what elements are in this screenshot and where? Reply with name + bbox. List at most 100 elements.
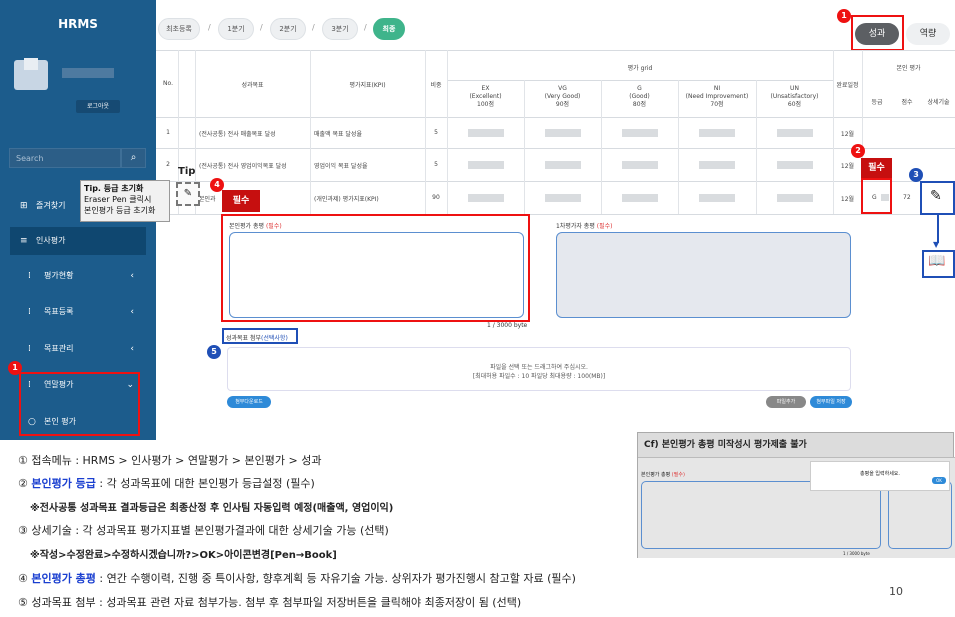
header-due: 완료일정 [836, 82, 859, 89]
row1-kpi: 매출액 목표 달성율 [314, 131, 362, 138]
user-name-blurred [62, 68, 114, 78]
row3-weight: 90 [432, 194, 440, 201]
grid-dots-icon: ⁞ [28, 344, 31, 354]
cf-popup: 총평을 입력하세요. [810, 461, 950, 491]
required-tag-4: 필수 [222, 190, 260, 212]
add-file-button[interactable]: 파일추가 [766, 396, 806, 408]
tip-line1: Tip. 등급 초기화 [84, 184, 144, 193]
callout-grade-box [861, 178, 892, 214]
plus-square-icon: ⊞ [20, 201, 28, 211]
row2-goal: (전사공통) 전사 영업이익목표 달성 [199, 163, 287, 170]
pen-icon[interactable]: ✎ [930, 188, 942, 204]
grid-dots-icon: ⁞ [28, 307, 31, 317]
note-4: ④ 본인평가 총평 : 연간 수행이력, 진행 중 특이사항, 향후계획 등 자… [18, 572, 576, 585]
callout-badge-5: 5 [207, 345, 221, 359]
cf-title: Cf) 본인평가 총평 미작성시 평가제출 불가 [644, 440, 807, 450]
header-grade: 등급 [871, 99, 883, 106]
step-final[interactable]: 최종 [373, 18, 405, 40]
note-5: ⑤ 성과목표 첨부 : 성과목표 관련 자료 첨부가능. 첨부 후 첨부파일 저… [18, 596, 522, 609]
step-q1[interactable]: 1분기 [218, 18, 254, 40]
note-2-sub: ※전사공통 성과목표 결과등급은 최종산정 후 인사팀 자동입력 예정(매출액,… [30, 503, 394, 514]
row1-weight: 5 [434, 129, 438, 136]
row1-no: 1 [166, 129, 170, 136]
slide: HRMS 로그아웃 Search ⌕ ⊞ 즐겨찾기 ≡ 인사평가 ⁞ 평가현황 ‹ ⁞ 목… [0, 0, 955, 617]
header-grid: 평가 grid [627, 65, 653, 72]
self-summary-textarea[interactable] [229, 232, 524, 318]
self-summary-counter: 1 / 3000 byte [487, 322, 528, 329]
sidebar-item-label: 평가현황 [44, 271, 74, 280]
dropzone-text: 파일을 선택 또는 드래그하여 주십시오. [490, 364, 588, 371]
row2-due: 12월 [840, 163, 855, 170]
header-score: 점수 [901, 99, 913, 106]
header-no: No. [163, 80, 173, 87]
sidebar-item-label: 목표관리 [44, 344, 74, 353]
callout-badge-1b: 1 [837, 9, 851, 23]
callout-badge-3: 3 [909, 168, 923, 182]
attach-dropzone[interactable]: 파일을 선택 또는 드래그하여 주십시오. [최대허용 파일수 : 10 파일당… [227, 347, 851, 391]
dropzone-limit: [최대허용 파일수 : 10 파일당 최대용량 : 100(MB)] [472, 373, 606, 380]
sidebar-item-label: 인사평가 [36, 236, 66, 245]
sidebar-item-label: 즐겨찾기 [36, 201, 66, 210]
first-summary-textarea [556, 232, 851, 318]
sidebar-item-eval-status[interactable]: ⁞ 평가현황 ‹ [10, 262, 146, 290]
note-3-sub: ※작성>수정완료>수정하시겠습니까?>OK>아이콘변경[Pen→Book] [30, 550, 337, 561]
row1-due: 12월 [840, 131, 855, 138]
sidebar-item-goal-manage[interactable]: ⁞ 목표관리 ‹ [10, 335, 146, 363]
header-kpi: 평가지표(KPI) [349, 82, 386, 89]
grid-dots-icon: ⁞ [28, 271, 31, 281]
callout-badge-1: 1 [8, 361, 22, 375]
eraser-pen-icon[interactable]: ✎ [176, 182, 200, 206]
chevron-left-icon: ‹ [130, 307, 134, 317]
required-tag-2: 필수 [861, 158, 892, 178]
callout-menu-box [19, 372, 140, 436]
sidebar-item-goal-register[interactable]: ⁞ 목표등록 ‹ [10, 298, 146, 326]
grid-col-ex: EX (Excellent) 100점 [469, 85, 502, 108]
tip-label: Tip [178, 166, 196, 177]
callout-badge-4: 4 [210, 178, 224, 192]
tip-box: Tip. 등급 초기화 Eraser Pen 클릭시 본인평가 등급 초기화 [80, 180, 170, 222]
cf-ok-button: OK [932, 477, 946, 484]
sidebar-item-hr-evaluation[interactable]: ≡ 인사평가 [10, 227, 146, 255]
self-summary-label: 본인평가 총평 (필수) [229, 223, 282, 230]
note-1: ① 접속메뉴 : HRMS > 인사평가 > 연말평가 > 본인평가 > 성과 [18, 454, 322, 467]
save-attach-button[interactable]: 첨부파일 저장 [810, 396, 852, 408]
note-2: ② 본인평가 등급 : 각 성과목표에 대한 본인평가 등급설정 (필수) [18, 477, 315, 490]
row2-kpi: 영업이익 목표 달성율 [314, 163, 368, 170]
logout-button[interactable]: 로그아웃 [76, 100, 120, 113]
step-q3[interactable]: 3분기 [322, 18, 358, 40]
grid-col-vg: VG (Very Good) 90점 [544, 85, 581, 108]
grid-col-g: G (Good) 80점 [629, 85, 650, 108]
row3-due: 12월 [840, 196, 855, 203]
note-3: ③ 상세기술 : 각 성과목표 평가지표별 본인평가결과에 대한 상세기술 가능… [18, 524, 389, 537]
header-weight: 비중 [430, 82, 442, 89]
chevron-left-icon: ‹ [130, 271, 134, 281]
sidebar-item-label: 목표등록 [44, 307, 74, 316]
row1-goal: (전사공통) 전사 매출목표 달성 [199, 131, 276, 138]
step-q2[interactable]: 2분기 [270, 18, 306, 40]
cf-field-label: 본인평가 총평 (필수) [641, 472, 685, 478]
app-title: HRMS [58, 17, 98, 31]
tab-competency[interactable]: 역량 [906, 23, 950, 45]
download-all-button[interactable]: 첨부다운로드 [227, 396, 271, 408]
row3-kpi: (개인과제) 평가지표(KPI) [314, 196, 379, 203]
cf-counter: 1 / 3000 byte [843, 551, 870, 556]
chevron-left-icon: ‹ [130, 344, 134, 354]
header-desc: 상세기술 [927, 99, 950, 106]
row2-no: 2 [166, 161, 170, 168]
row3-score: 72 [903, 194, 911, 201]
step-initial[interactable]: 최초등록 [158, 18, 200, 40]
callout-tab-box [851, 15, 904, 51]
tip-line2: Eraser Pen 클릭시 [84, 195, 152, 204]
header-goal: 성과목표 [241, 82, 264, 89]
row2-weight: 5 [434, 161, 438, 168]
search-icon[interactable]: ⌕ [121, 148, 146, 168]
grid-col-ni: NI (Need Improvement) 70점 [685, 85, 749, 108]
book-icon[interactable]: 📖 [928, 253, 945, 269]
attach-label: 성과목표 첨부(선택사항) [226, 335, 288, 342]
avatar-highlight [24, 58, 38, 70]
callout-badge-2: 2 [851, 144, 865, 158]
cf-example: Cf) 본인평가 총평 미작성시 평가제출 불가 본인평가 총평 (필수) 총평… [637, 432, 955, 558]
search-input[interactable]: Search [9, 148, 121, 168]
edit-list-icon: ≡ [20, 236, 28, 246]
header-self: 본인 평가 [896, 65, 921, 72]
